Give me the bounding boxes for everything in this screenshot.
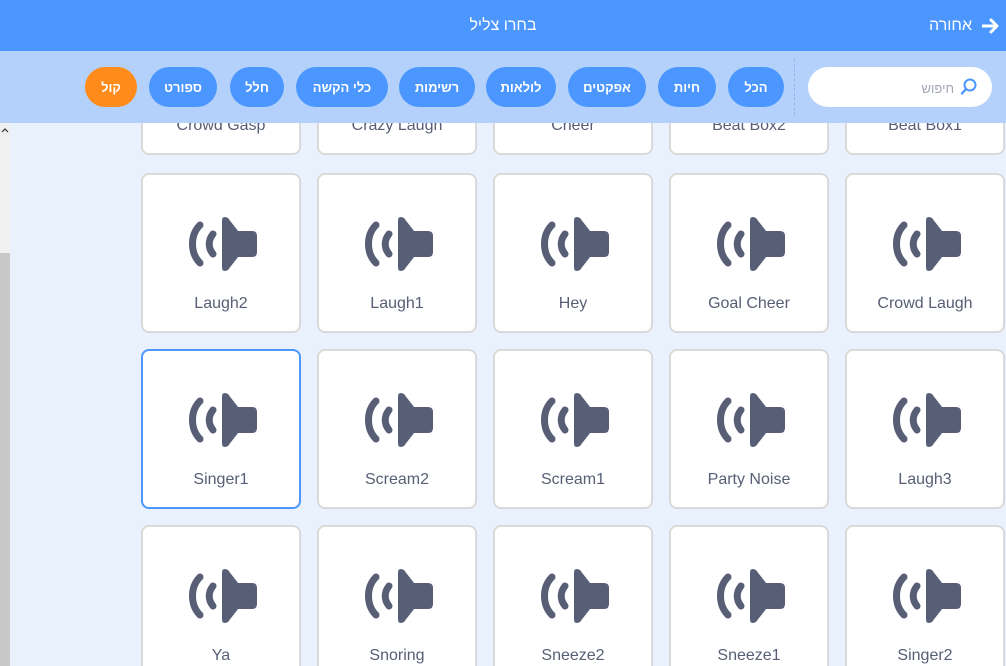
category-sports[interactable]: ספורט — [149, 67, 217, 107]
page-title: בחרו צליל — [469, 17, 537, 34]
category-animals[interactable]: חיות — [658, 67, 716, 107]
category-loops[interactable]: לולאות — [486, 67, 556, 107]
sound-name: Crazy Laugh — [351, 123, 443, 134]
category-voice[interactable]: קול — [85, 67, 137, 107]
search-input[interactable] — [822, 75, 956, 101]
speaker-icon — [186, 567, 258, 625]
sound-name: Sneeze2 — [541, 647, 605, 664]
sound-name: Singer1 — [193, 471, 249, 488]
sound-name: Laugh2 — [194, 295, 248, 312]
back-button[interactable]: אחורה — [929, 0, 1000, 51]
sound-name: Laugh3 — [898, 471, 952, 488]
sound-card[interactable]: Laugh1 — [317, 173, 477, 333]
speaker-icon — [890, 391, 962, 449]
speaker-icon — [538, 567, 610, 625]
speaker-icon — [362, 391, 434, 449]
sound-name: Snoring — [369, 647, 425, 664]
speaker-icon — [714, 391, 786, 449]
sound-name: Cheer — [551, 123, 595, 134]
sound-card[interactable]: Crowd Gasp — [141, 123, 301, 155]
speaker-icon — [714, 215, 786, 273]
category-all[interactable]: הכל — [728, 67, 784, 107]
sound-name: Scream2 — [364, 471, 430, 488]
sound-card[interactable]: Beat Box1 — [845, 123, 1005, 155]
search-box[interactable] — [808, 67, 992, 107]
category-effects[interactable]: אפקטים — [568, 67, 646, 107]
sound-name: Crowd Gasp — [176, 123, 266, 134]
sound-name: Sneeze1 — [717, 647, 781, 664]
speaker-icon — [186, 215, 258, 273]
sound-name: Scream1 — [540, 471, 606, 488]
search-icon — [960, 78, 978, 101]
sound-card[interactable]: Singer1 — [141, 349, 301, 509]
sound-card[interactable]: Crowd Laugh — [845, 173, 1005, 333]
sound-card[interactable]: Party Noise — [669, 349, 829, 509]
sound-card[interactable]: Hey — [493, 173, 653, 333]
sound-card[interactable]: Beat Box2 — [669, 123, 829, 155]
back-label: אחורה — [929, 16, 972, 34]
sound-card[interactable]: Cheer — [493, 123, 653, 155]
sound-name: Goal Cheer — [708, 295, 790, 312]
speaker-icon — [538, 391, 610, 449]
sound-card[interactable]: Sneeze2 — [493, 525, 653, 666]
speaker-icon — [538, 215, 610, 273]
sound-name: Beat Box2 — [712, 123, 786, 134]
sound-name: Singer2 — [897, 647, 953, 664]
category-percussion[interactable]: כלי הקשה — [296, 67, 388, 107]
sound-name: Laugh1 — [370, 295, 424, 312]
sound-card[interactable]: Snoring — [317, 525, 477, 666]
category-notes[interactable]: רשימות — [399, 67, 475, 107]
arrow-right-icon — [982, 18, 1000, 34]
sound-card[interactable]: Goal Cheer — [669, 173, 829, 333]
sound-card[interactable]: Laugh2 — [141, 173, 301, 333]
sound-card[interactable]: Singer2 — [845, 525, 1005, 666]
sound-name: Beat Box1 — [888, 123, 962, 134]
filter-bar: הכל חיות אפקטים לולאות רשימות כלי הקשה ח… — [0, 51, 1006, 123]
speaker-icon — [362, 215, 434, 273]
sound-name: Hey — [558, 295, 588, 312]
sound-card[interactable]: Crazy Laugh — [317, 123, 477, 155]
library-header: בחרו צליל אחורה — [0, 0, 1006, 51]
speaker-icon — [362, 567, 434, 625]
speaker-icon — [890, 215, 962, 273]
speaker-icon — [186, 391, 258, 449]
sound-name: Party Noise — [707, 471, 791, 488]
sound-name: Crowd Laugh — [877, 295, 973, 312]
speaker-icon — [714, 567, 786, 625]
sound-card[interactable]: Scream2 — [317, 349, 477, 509]
sound-card[interactable]: Ya — [141, 525, 301, 666]
sound-card[interactable]: Laugh3 — [845, 349, 1005, 509]
category-space[interactable]: חלל — [230, 67, 284, 107]
sound-card[interactable]: Scream1 — [493, 349, 653, 509]
filter-divider — [794, 59, 795, 115]
sound-card[interactable]: Sneeze1 — [669, 525, 829, 666]
sound-grid: Crowd Gasp Crazy Laugh Cheer Beat Box2 Beat … — [0, 123, 1006, 666]
speaker-icon — [890, 567, 962, 625]
sound-name: Ya — [211, 647, 231, 664]
